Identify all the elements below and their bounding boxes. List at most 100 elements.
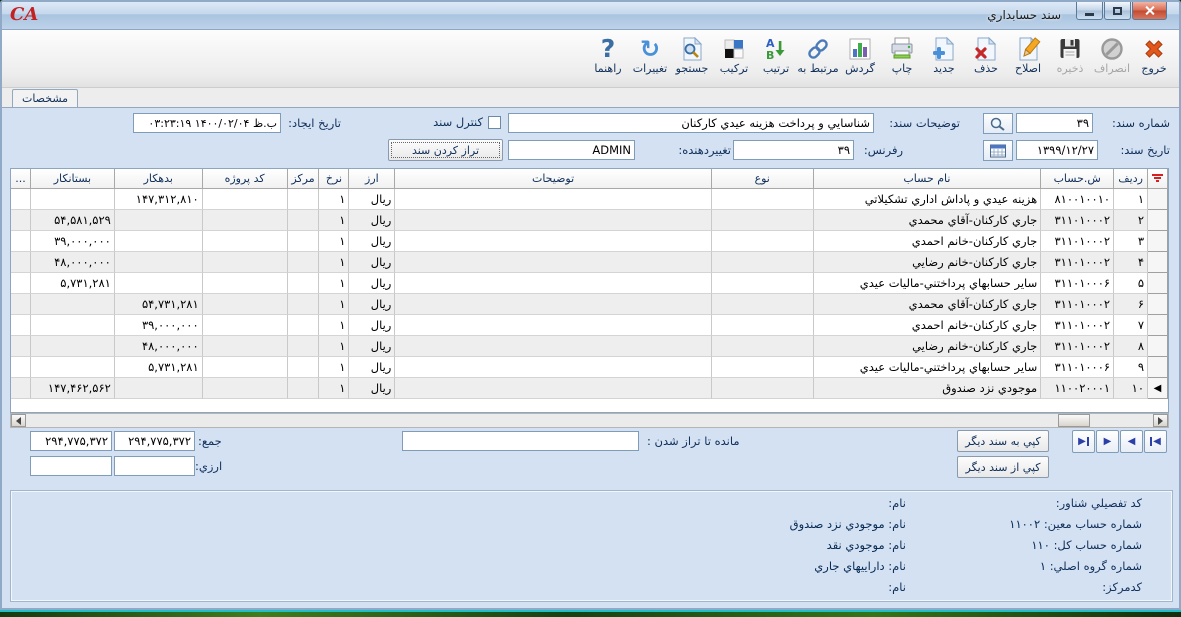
cell-rownum[interactable]: ۹ (1114, 357, 1148, 378)
cell-accno[interactable]: ۳۱۱۰۱۰۰۰۲ (1041, 252, 1114, 273)
cell-rate[interactable]: ۱ (319, 273, 349, 294)
cell-type[interactable] (712, 252, 814, 273)
cell-name[interactable]: جاري كاركنان-خانم رضايي (814, 336, 1042, 357)
cell-project[interactable] (203, 378, 288, 399)
doc-number-input[interactable] (1016, 113, 1093, 133)
cell-sel[interactable] (1148, 210, 1168, 231)
cell-sel[interactable] (1148, 252, 1168, 273)
toolbar-related-button[interactable]: مرتبط به (797, 32, 839, 75)
calendar-button[interactable] (983, 140, 1013, 161)
cell-name[interactable]: جاري كاركنان-خانم احمدي (814, 231, 1042, 252)
cell-center[interactable] (288, 273, 320, 294)
cell-debit[interactable] (115, 231, 203, 252)
cell-type[interactable] (712, 189, 814, 210)
cell-accno[interactable]: ۳۱۱۰۱۰۰۰۶ (1041, 357, 1114, 378)
cell-credit[interactable] (31, 336, 115, 357)
cell-currency[interactable]: ريال (349, 315, 395, 336)
cell-center[interactable] (288, 378, 320, 399)
cell-credit[interactable] (31, 189, 115, 210)
close-button[interactable] (1132, 2, 1167, 20)
cell-credit[interactable]: ۵۴,۵۸۱,۵۲۹ (31, 210, 115, 231)
cell-center[interactable] (288, 357, 320, 378)
doc-date-input[interactable] (1016, 140, 1098, 160)
copy-to-document-button[interactable]: كپي به سند ديگر (957, 430, 1049, 452)
cell-rownum[interactable]: ۵ (1114, 273, 1148, 294)
scroll-left-button[interactable] (11, 414, 26, 427)
cell-currency[interactable]: ريال (349, 210, 395, 231)
cell-rownum[interactable]: ۳ (1114, 231, 1148, 252)
cell-currency[interactable]: ريال (349, 273, 395, 294)
cell-center[interactable] (288, 210, 320, 231)
column-header-project[interactable]: كد پروژه (203, 169, 288, 189)
cell-project[interactable] (203, 357, 288, 378)
cell-desc[interactable] (395, 210, 711, 231)
tab-specifications[interactable]: مشخصات (12, 89, 78, 107)
column-header-credit[interactable]: بستانكار (31, 169, 115, 189)
cell-currency[interactable]: ريال (349, 294, 395, 315)
cell-sel[interactable]: ◀ (1148, 378, 1168, 399)
control-doc-checkbox[interactable] (488, 116, 501, 129)
cell-center[interactable] (288, 189, 320, 210)
cell-desc[interactable] (395, 357, 711, 378)
cell-debit[interactable]: ۴۸,۰۰۰,۰۰۰ (115, 336, 203, 357)
cell-type[interactable] (712, 231, 814, 252)
cell-debit[interactable] (115, 210, 203, 231)
cell-desc[interactable] (395, 378, 711, 399)
cell-rate[interactable]: ۱ (319, 357, 349, 378)
cell-sel[interactable] (1148, 357, 1168, 378)
cell-accno[interactable]: ۳۱۱۰۱۰۰۰۲ (1041, 315, 1114, 336)
toolbar-order-button[interactable]: ABترتيب (755, 32, 797, 75)
cell-dots[interactable] (11, 378, 31, 399)
cell-sel[interactable] (1148, 231, 1168, 252)
cell-dots[interactable] (11, 210, 31, 231)
cell-name[interactable]: موجودي نزد صندوق (814, 378, 1042, 399)
cell-center[interactable] (288, 336, 320, 357)
cell-accno[interactable]: ۳۱۱۰۱۰۰۰۲ (1041, 210, 1114, 231)
cell-project[interactable] (203, 273, 288, 294)
reference-input[interactable] (733, 140, 854, 160)
column-header-dots[interactable]: ... (11, 169, 31, 189)
nav-last-record-button[interactable]: ▶ (1072, 430, 1095, 453)
cell-rate[interactable]: ۱ (319, 315, 349, 336)
toolbar-turnover-button[interactable]: گردش (839, 32, 881, 75)
cell-sel[interactable] (1148, 294, 1168, 315)
toolbar-exit-button[interactable]: خروج (1133, 32, 1175, 75)
cell-desc[interactable] (395, 336, 711, 357)
cell-accno[interactable]: ۱۱۰۰۲۰۰۰۱ (1041, 378, 1114, 399)
cell-credit[interactable]: ۳۹,۰۰۰,۰۰۰ (31, 231, 115, 252)
cell-debit[interactable] (115, 378, 203, 399)
cell-type[interactable] (712, 210, 814, 231)
cell-type[interactable] (712, 357, 814, 378)
nav-previous-record-button[interactable]: ◀ (1120, 430, 1143, 453)
cell-rate[interactable]: ۱ (319, 189, 349, 210)
cell-rate[interactable]: ۱ (319, 336, 349, 357)
column-header-debit[interactable]: بدهكار (115, 169, 203, 189)
cell-rate[interactable]: ۱ (319, 378, 349, 399)
column-header-center[interactable]: مركز (288, 169, 320, 189)
cell-debit[interactable]: ۵۴,۷۳۱,۲۸۱ (115, 294, 203, 315)
cell-desc[interactable] (395, 294, 711, 315)
cell-center[interactable] (288, 294, 320, 315)
cell-debit[interactable] (115, 252, 203, 273)
column-header-rownum[interactable]: رديف (1114, 169, 1148, 189)
toolbar-print-button[interactable]: چاپ (881, 32, 923, 75)
cell-credit[interactable] (31, 357, 115, 378)
created-date-input[interactable] (133, 113, 281, 133)
cell-rownum[interactable]: ۲ (1114, 210, 1148, 231)
cell-credit[interactable]: ۴۸,۰۰۰,۰۰۰ (31, 252, 115, 273)
cell-credit[interactable]: ۵,۷۳۱,۲۸۱ (31, 273, 115, 294)
cell-dots[interactable] (11, 231, 31, 252)
cell-name[interactable]: جاري كاركنان-آقاي محمدي (814, 294, 1042, 315)
toolbar-search-button[interactable]: جستجو (671, 32, 713, 75)
column-header-type[interactable]: نوع (712, 169, 814, 189)
cell-type[interactable] (712, 294, 814, 315)
maximize-button[interactable] (1104, 2, 1131, 20)
cell-desc[interactable] (395, 315, 711, 336)
cell-dots[interactable] (11, 336, 31, 357)
cell-project[interactable] (203, 189, 288, 210)
cell-sel[interactable] (1148, 189, 1168, 210)
cell-currency[interactable]: ريال (349, 189, 395, 210)
titlebar[interactable]: CA سند حسابداري (2, 2, 1179, 30)
minimize-button[interactable] (1076, 2, 1103, 20)
column-header-desc[interactable]: توضيحات (395, 169, 711, 189)
